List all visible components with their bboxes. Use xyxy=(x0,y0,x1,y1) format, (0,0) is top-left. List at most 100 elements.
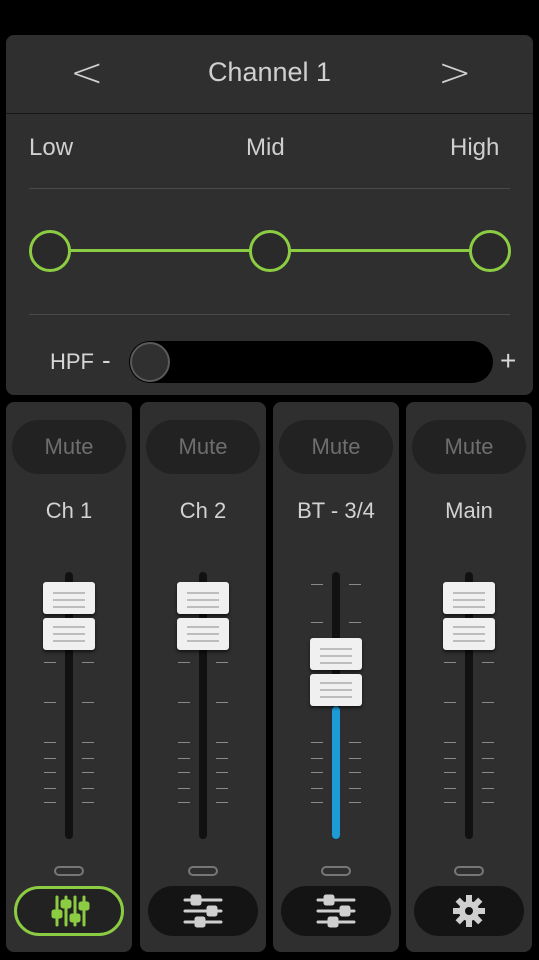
fader-tick xyxy=(82,662,94,663)
channel-eq-button[interactable] xyxy=(281,886,391,936)
mixer-sliders-icon xyxy=(51,895,90,927)
mute-button[interactable]: Mute xyxy=(12,420,126,474)
hpf-slider-track[interactable] xyxy=(129,341,493,383)
fader-tick xyxy=(216,758,228,759)
fader-tick xyxy=(44,758,56,759)
fader-tick xyxy=(482,758,494,759)
fader-tick xyxy=(444,788,456,789)
fader-tick xyxy=(216,662,228,663)
fader-tick xyxy=(178,742,190,743)
fader-tick xyxy=(349,742,361,743)
channel-strip-main: Mute Main xyxy=(406,402,532,952)
fader-tick xyxy=(178,662,190,663)
mute-button[interactable]: Mute xyxy=(279,420,393,474)
mixer-view-button[interactable] xyxy=(14,886,124,936)
fader-tick xyxy=(178,772,190,773)
fader-tick xyxy=(444,802,456,803)
fader[interactable] xyxy=(273,552,399,852)
fader-tick xyxy=(311,622,323,623)
fader-tick xyxy=(311,802,323,803)
band-label-mid: Mid xyxy=(246,134,285,161)
eq-divider-bottom xyxy=(29,314,510,315)
fader-tick xyxy=(482,742,494,743)
fader-tick xyxy=(216,742,228,743)
fader[interactable] xyxy=(140,552,266,852)
eq-settings-icon xyxy=(316,894,356,928)
fader-tick xyxy=(216,802,228,803)
fader-tick xyxy=(44,662,56,663)
fader-tick xyxy=(311,788,323,789)
fader-tick xyxy=(482,772,494,773)
strip-name: Ch 1 xyxy=(45,498,93,523)
fader[interactable] xyxy=(6,552,132,852)
fader-tick xyxy=(44,742,56,743)
channel-header: < Channel 1 > xyxy=(6,35,533,114)
fader-tick xyxy=(82,772,94,773)
fader-handle[interactable] xyxy=(43,582,95,654)
next-channel-button[interactable]: > xyxy=(438,49,472,97)
strip-name: Ch 2 xyxy=(179,498,227,523)
level-indicator xyxy=(454,866,484,876)
fader-tick xyxy=(349,788,361,789)
eq-knob-mid[interactable] xyxy=(249,230,291,272)
fader-handle[interactable] xyxy=(310,638,362,710)
fader-tick xyxy=(216,788,228,789)
fader-tick xyxy=(178,802,190,803)
hpf-minus: - xyxy=(102,345,111,375)
fader-tick xyxy=(444,758,456,759)
fader-tick xyxy=(44,788,56,789)
fader-tick xyxy=(82,802,94,803)
fader-tick xyxy=(444,702,456,703)
fader-tick xyxy=(349,772,361,773)
band-label-high: High xyxy=(450,134,500,161)
fader-tick xyxy=(482,662,494,663)
fader-tick xyxy=(349,584,361,585)
fader-tick xyxy=(44,772,56,773)
level-indicator xyxy=(188,866,218,876)
eq-divider-top xyxy=(29,188,510,189)
hpf-slider-knob[interactable] xyxy=(130,342,170,382)
eq-panel: < Channel 1 > Low Mid High HPF - + xyxy=(6,35,533,395)
fader-tick xyxy=(349,758,361,759)
hpf-label: HPF xyxy=(50,349,94,374)
fader-tick xyxy=(44,702,56,703)
fader-tick xyxy=(311,742,323,743)
fader-level-fill xyxy=(332,706,340,839)
channel-strip-ch2: Mute Ch 2 xyxy=(140,402,266,952)
fader-tick xyxy=(216,702,228,703)
mute-button[interactable]: Mute xyxy=(412,420,526,474)
channel-eq-button[interactable] xyxy=(148,886,258,936)
fader-tick xyxy=(482,788,494,789)
fader-tick xyxy=(44,802,56,803)
fader-tick xyxy=(349,622,361,623)
level-indicator xyxy=(54,866,84,876)
eq-knob-high[interactable] xyxy=(469,230,511,272)
fader-tick xyxy=(311,584,323,585)
fader-tick xyxy=(178,788,190,789)
mute-button[interactable]: Mute xyxy=(146,420,260,474)
fader-tick xyxy=(82,742,94,743)
fader-tick xyxy=(311,758,323,759)
band-label-low: Low xyxy=(29,134,74,161)
fader-handle[interactable] xyxy=(177,582,229,654)
strip-name: Main xyxy=(445,498,493,523)
fader-handle[interactable] xyxy=(443,582,495,654)
fader-tick xyxy=(178,758,190,759)
fader-tick xyxy=(311,772,323,773)
fader[interactable] xyxy=(406,552,532,852)
hpf-plus: + xyxy=(500,345,517,376)
fader-tick xyxy=(178,702,190,703)
eq-settings-icon xyxy=(183,894,223,928)
eq-knob-low[interactable] xyxy=(29,230,71,272)
channel-strip-bt34: Mute BT - 3/4 xyxy=(273,402,399,952)
channel-strip-ch1: Mute Ch 1 xyxy=(6,402,132,952)
fader-tick xyxy=(82,788,94,789)
settings-button[interactable] xyxy=(414,886,524,936)
fader-tick xyxy=(444,662,456,663)
fader-tick xyxy=(444,742,456,743)
fader-tick xyxy=(482,802,494,803)
fader-tick xyxy=(482,702,494,703)
fader-tick xyxy=(216,772,228,773)
gear-icon xyxy=(453,895,485,927)
level-indicator xyxy=(321,866,351,876)
